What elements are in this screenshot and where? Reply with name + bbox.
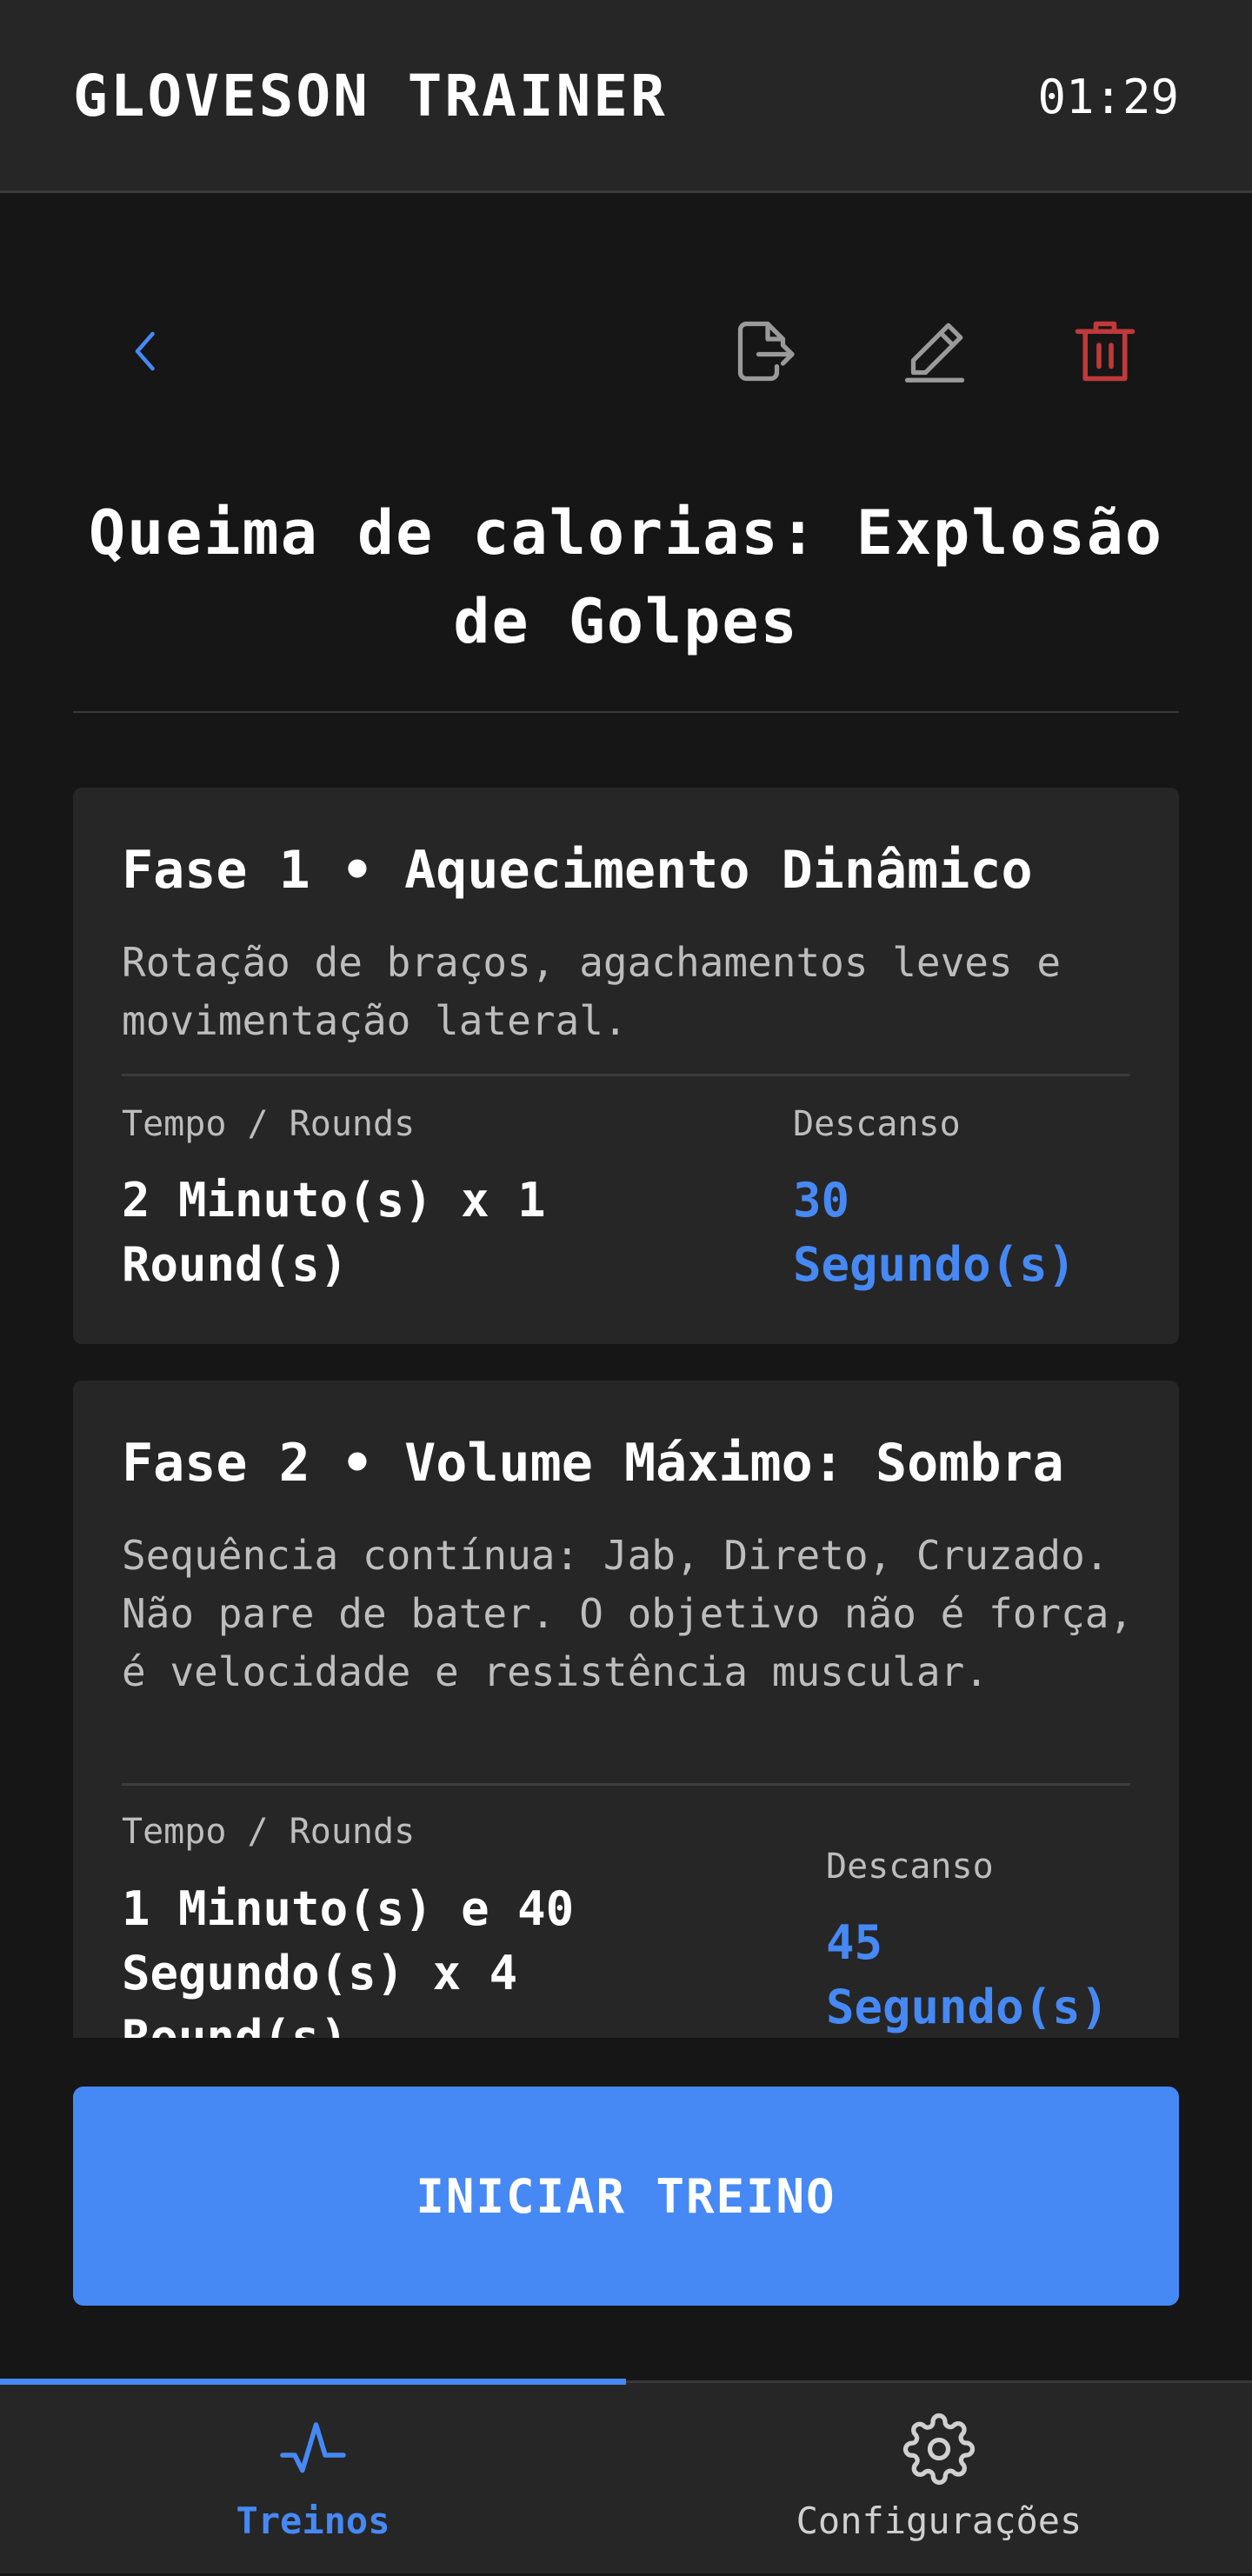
rest-label: Descanso: [826, 1847, 994, 1887]
active-tab-indicator: [0, 2379, 626, 2385]
phase-title: Fase 1 • Aquecimento Dinâmico: [122, 840, 1033, 901]
phase-card: Fase 1 • Aquecimento Dinâmico Rotação de…: [73, 788, 1179, 1344]
workout-title: Queima de calorias: Explosão de Golpes: [88, 497, 1164, 657]
tab-treinos[interactable]: Treinos: [0, 2383, 626, 2576]
back-button[interactable]: [103, 308, 190, 395]
title-divider: [73, 711, 1179, 713]
rest-value: 45 Segundo(s): [826, 1915, 1109, 2034]
phase-divider: [122, 1074, 1130, 1076]
edit-button[interactable]: [891, 308, 978, 395]
pencil-icon: [904, 323, 965, 383]
trash-icon: [1075, 321, 1135, 382]
start-workout-button[interactable]: INICIAR TREINO: [73, 2087, 1179, 2306]
app-title: GLOVESON TRAINER: [73, 63, 668, 130]
activity-pulse-icon: [280, 2422, 346, 2473]
phase-description: Sequência contínua: Jab, Direto, Cruzado…: [122, 1532, 1134, 1695]
app-header: GLOVESON TRAINER 01:29: [0, 0, 1252, 193]
export-button[interactable]: [718, 308, 805, 395]
rest-value: 30 Segundo(s): [793, 1173, 1076, 1292]
time-rounds-label: Tempo / Rounds: [122, 1104, 416, 1144]
phase-title: Fase 2 • Volume Máximo: Sombra: [122, 1433, 1064, 1494]
export-file-icon: [737, 321, 795, 382]
bottom-nav: Treinos Configurações: [0, 2380, 1252, 2573]
time-rounds-value: 2 Minuto(s) x 1 Round(s): [122, 1173, 546, 1292]
tab-configuracoes[interactable]: Configurações: [626, 2383, 1252, 2576]
phase-divider: [122, 1783, 1130, 1786]
time-rounds-value: 1 Minuto(s) e 40 Segundo(s) x 4 Round(s): [122, 1881, 575, 2038]
phase-description: Rotação de braços, agachamentos leves e …: [122, 939, 1062, 1044]
delete-button[interactable]: [1062, 308, 1149, 395]
chevron-left-icon: [135, 331, 155, 371]
phase-list[interactable]: Fase 1 • Aquecimento Dinâmico Rotação de…: [73, 788, 1179, 2038]
time-rounds-label: Tempo / Rounds: [122, 1812, 416, 1852]
clock: 01:29: [1037, 70, 1179, 124]
rest-label: Descanso: [793, 1104, 961, 1144]
tab-label: Configurações: [796, 2499, 1082, 2542]
tab-label: Treinos: [236, 2499, 390, 2542]
phase-card: Fase 2 • Volume Máximo: Sombra Sequência…: [73, 1381, 1179, 2038]
gear-icon: [902, 2413, 976, 2486]
